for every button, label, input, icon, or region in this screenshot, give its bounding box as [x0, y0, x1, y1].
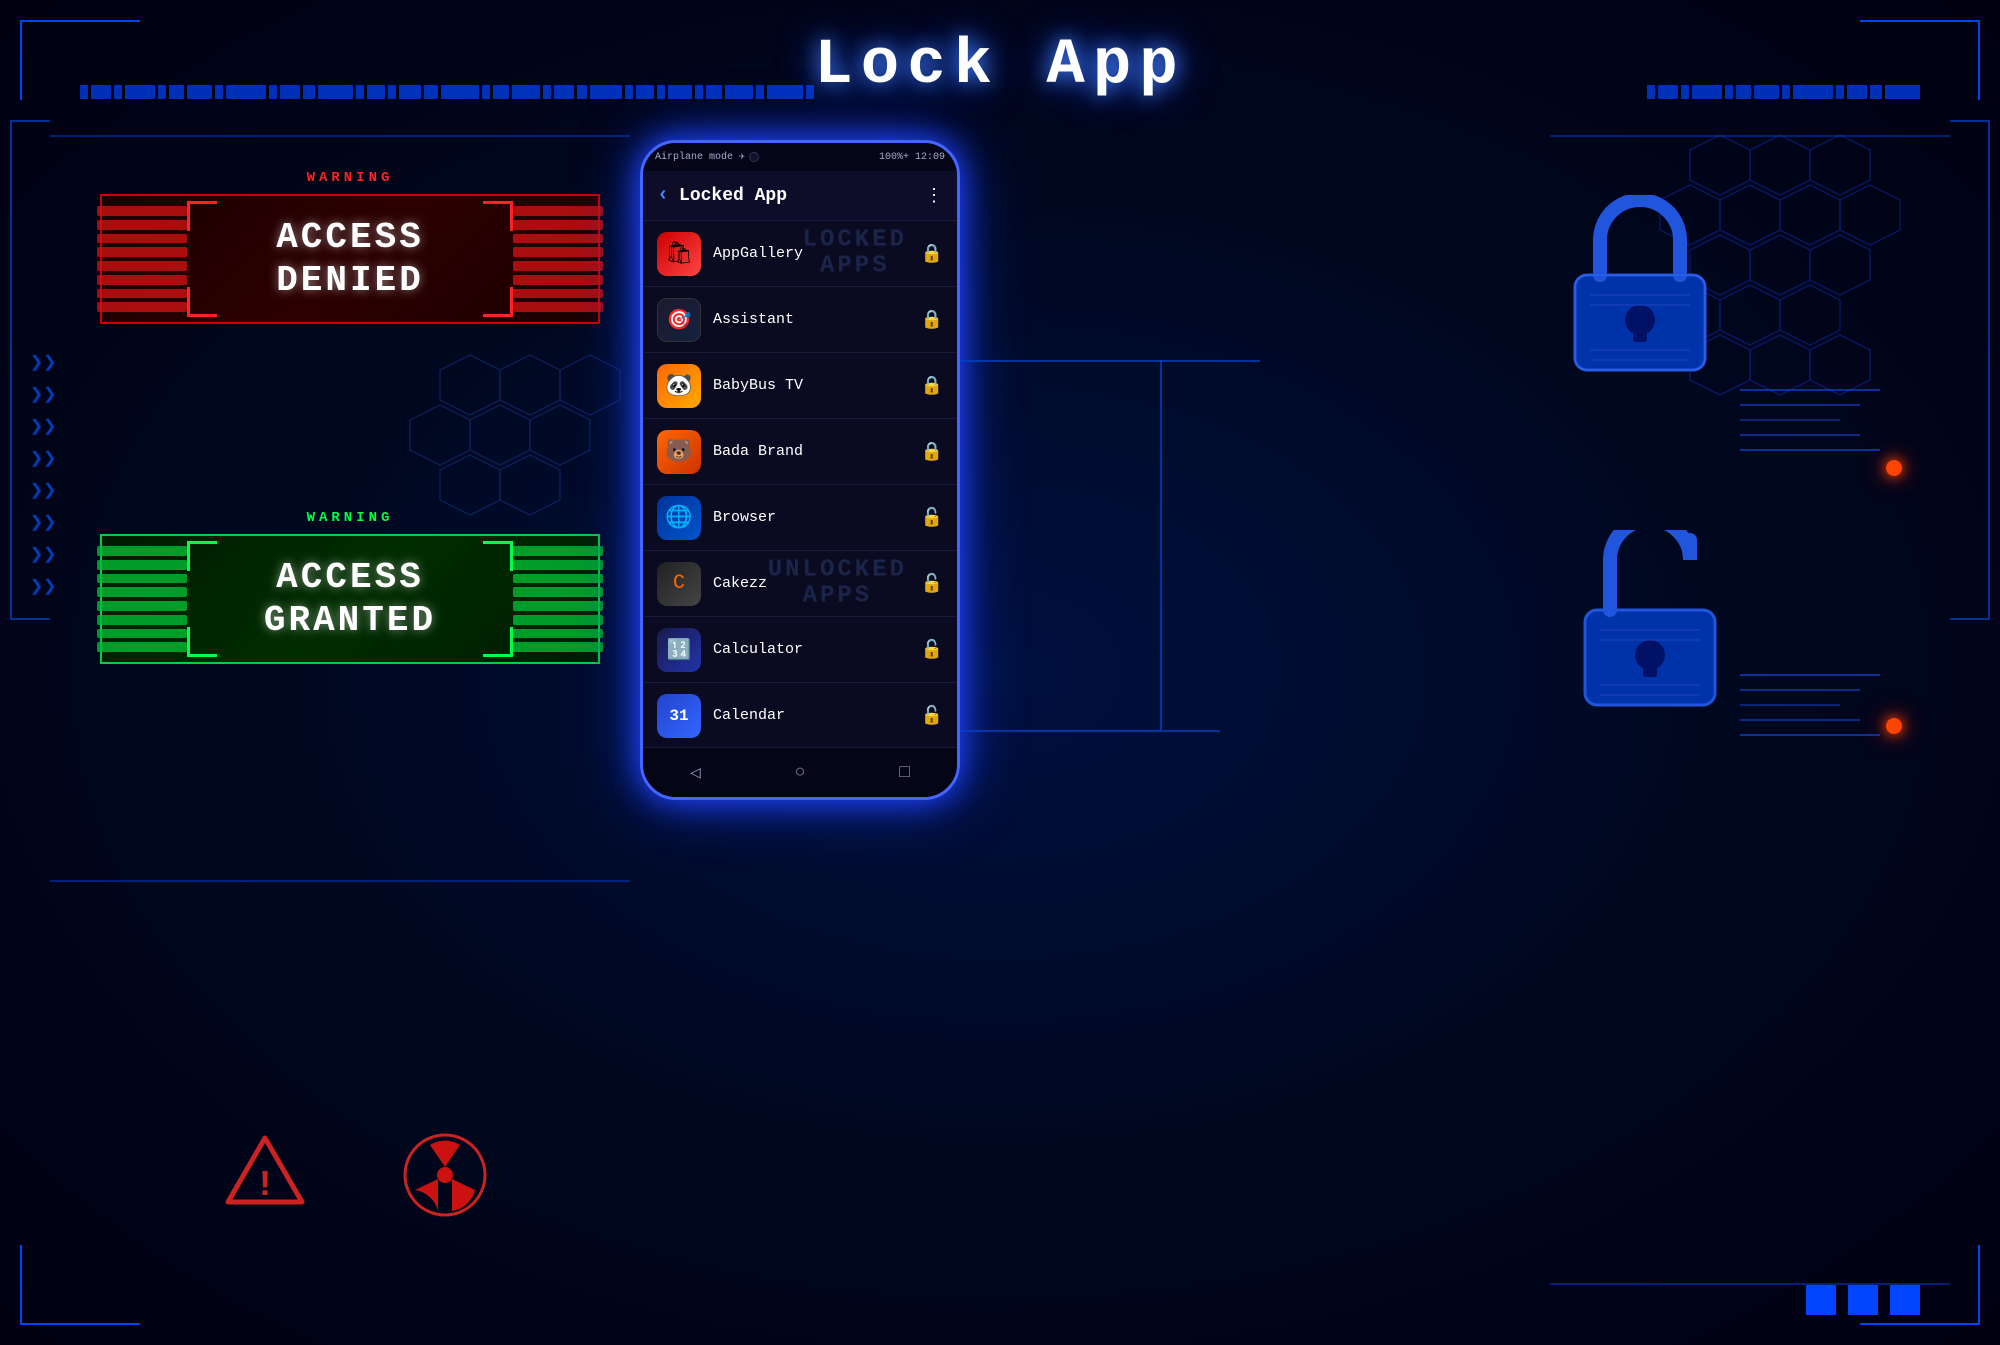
app-header: ‹ Locked App ⋮ — [643, 171, 957, 221]
h-line-bottom-right — [1550, 1283, 1950, 1285]
dot-sq-2 — [1848, 1285, 1878, 1315]
app-item-calendar[interactable]: 31 Calendar 🔓 — [643, 683, 957, 747]
left-chevrons: ❯❯ ❯❯ ❯❯ ❯❯ ❯❯ ❯❯ ❯❯ ❯❯ — [30, 350, 57, 600]
app-item-babybus[interactable]: 🐼 BabyBus TV 🔒 — [643, 353, 957, 419]
phone-camera — [749, 152, 759, 162]
app-name-calendar: Calendar — [713, 707, 921, 724]
bracket-bl-denied — [187, 287, 217, 317]
app-item-browser[interactable]: 🌐 Browser 🔓 — [643, 485, 957, 551]
connect-line-3 — [1160, 360, 1260, 362]
svg-text:!: ! — [254, 1165, 276, 1206]
access-granted-box: ACCESS GRANTED — [100, 534, 600, 664]
lock-icon-calendar[interactable]: 🔓 — [921, 705, 943, 727]
connect-line-v — [1160, 360, 1162, 730]
stripe-right-granted — [513, 546, 603, 652]
nav-home-button[interactable]: ○ — [795, 763, 806, 783]
app-name-assistant: Assistant — [713, 311, 921, 328]
access-denied-panel: WARNING ACCESS DEN — [100, 170, 600, 324]
corner-bl — [20, 1245, 140, 1325]
lock-icon-appgallery[interactable]: 🔒 — [921, 243, 943, 265]
status-time-battery: 100%+ 12:09 — [879, 152, 945, 163]
lock-icon-browser[interactable]: 🔓 — [921, 507, 943, 529]
app-icon-calendar: 31 — [657, 694, 701, 738]
radiation-icon — [400, 1130, 490, 1225]
phone-status-bar: Airplane mode ✈ 100%+ 12:09 — [643, 143, 957, 171]
app-name-babybus: BabyBus TV — [713, 377, 921, 394]
bracket-br-granted — [483, 627, 513, 657]
app-icon-appgallery: 🛍 — [657, 232, 701, 276]
status-airplane: Airplane mode ✈ — [655, 151, 745, 163]
connect-line-2 — [960, 730, 1160, 732]
connect-line-1 — [960, 360, 1160, 362]
lock-icon-calculator[interactable]: 🔓 — [921, 639, 943, 661]
app-item-assistant[interactable]: 🎯 Assistant 🔒 — [643, 287, 957, 353]
phone-content: ‹ Locked App ⋮ 🛍 AppGallery LOCKEDAPPS 🔒 — [643, 171, 957, 747]
app-icon-calculator: 🔢 — [657, 628, 701, 672]
lock-icon-babybus[interactable]: 🔒 — [921, 375, 943, 397]
nav-back-button[interactable]: ◁ — [690, 762, 701, 784]
more-button[interactable]: ⋮ — [925, 185, 943, 207]
bottom-squares — [1806, 1285, 1920, 1315]
warning-triangle-icon: ! — [220, 1130, 310, 1215]
access-denied-box: ACCESS DENIED — [100, 194, 600, 324]
bracket-br-denied — [483, 287, 513, 317]
lock-icon-bada[interactable]: 🔒 — [921, 441, 943, 463]
lock-icon-cakezz[interactable]: 🔓 — [921, 573, 943, 595]
app-name-calculator: Calculator — [713, 641, 921, 658]
page-title: Lock App — [814, 30, 1185, 102]
lock-open-icon — [1570, 530, 1730, 715]
bracket-tr-granted — [483, 541, 513, 571]
nav-recent-button[interactable]: □ — [899, 763, 910, 783]
phone-mockup: Airplane mode ✈ 100%+ 12:09 ‹ Locked App… — [640, 140, 960, 1140]
top-deco-right — [1647, 85, 1920, 99]
dot-sq-3 — [1890, 1285, 1920, 1315]
glow-dot-1 — [1886, 460, 1902, 476]
access-granted-text: ACCESS GRANTED — [264, 556, 436, 642]
lock-closed-icon — [1560, 195, 1720, 380]
stripe-left-granted — [97, 546, 187, 652]
app-item-calculator[interactable]: 🔢 Calculator 🔓 — [643, 617, 957, 683]
back-button[interactable]: ‹ — [657, 184, 669, 207]
watermark-locked: LOCKEDAPPS — [803, 227, 907, 280]
app-screen-title: Locked App — [679, 186, 915, 206]
stripe-left-denied — [97, 206, 187, 312]
dot-sq-1 — [1806, 1285, 1836, 1315]
bracket-tl-denied — [187, 201, 217, 231]
right-tech-lines-2 — [1740, 665, 1900, 745]
app-item-bada[interactable]: 🐻 Bada Brand 🔒 — [643, 419, 957, 485]
app-name-browser: Browser — [713, 509, 921, 526]
app-name-bada: Bada Brand — [713, 443, 921, 460]
watermark-unlocked: UNLOCKEDAPPS — [768, 557, 907, 610]
phone-navbar: ◁ ○ □ — [643, 747, 957, 797]
top-deco-left — [80, 85, 814, 99]
right-tech-lines — [1740, 380, 1900, 460]
access-denied-text: ACCESS DENIED — [276, 216, 424, 302]
warning-denied-label: WARNING — [100, 170, 600, 186]
bracket-tr-denied — [483, 201, 513, 231]
app-icon-assistant: 🎯 — [657, 298, 701, 342]
h-line-top-right — [1550, 135, 1950, 137]
app-icon-cakezz: C — [657, 562, 701, 606]
app-icon-babybus: 🐼 — [657, 364, 701, 408]
right-bracket-decoration — [1950, 120, 1990, 620]
h-line-top — [50, 135, 630, 137]
bracket-tl-granted — [187, 541, 217, 571]
lock-icon-assistant[interactable]: 🔒 — [921, 309, 943, 331]
connect-line-4 — [1160, 730, 1220, 732]
app-list: 🛍 AppGallery LOCKEDAPPS 🔒 🎯 Assistant 🔒 — [643, 221, 957, 747]
h-line-bottom — [50, 880, 630, 882]
bracket-bl-granted — [187, 627, 217, 657]
warning-granted-label: WARNING — [100, 510, 600, 526]
app-item-cakezz[interactable]: C Cakezz UNLOCKEDAPPS 🔓 — [643, 551, 957, 617]
app-icon-bada: 🐻 — [657, 430, 701, 474]
app-icon-browser: 🌐 — [657, 496, 701, 540]
stripe-right-denied — [513, 206, 603, 312]
access-granted-panel: WARNING ACCESS GRA — [100, 510, 600, 664]
phone-frame: Airplane mode ✈ 100%+ 12:09 ‹ Locked App… — [640, 140, 960, 800]
app-item-appgallery[interactable]: 🛍 AppGallery LOCKEDAPPS 🔒 — [643, 221, 957, 287]
